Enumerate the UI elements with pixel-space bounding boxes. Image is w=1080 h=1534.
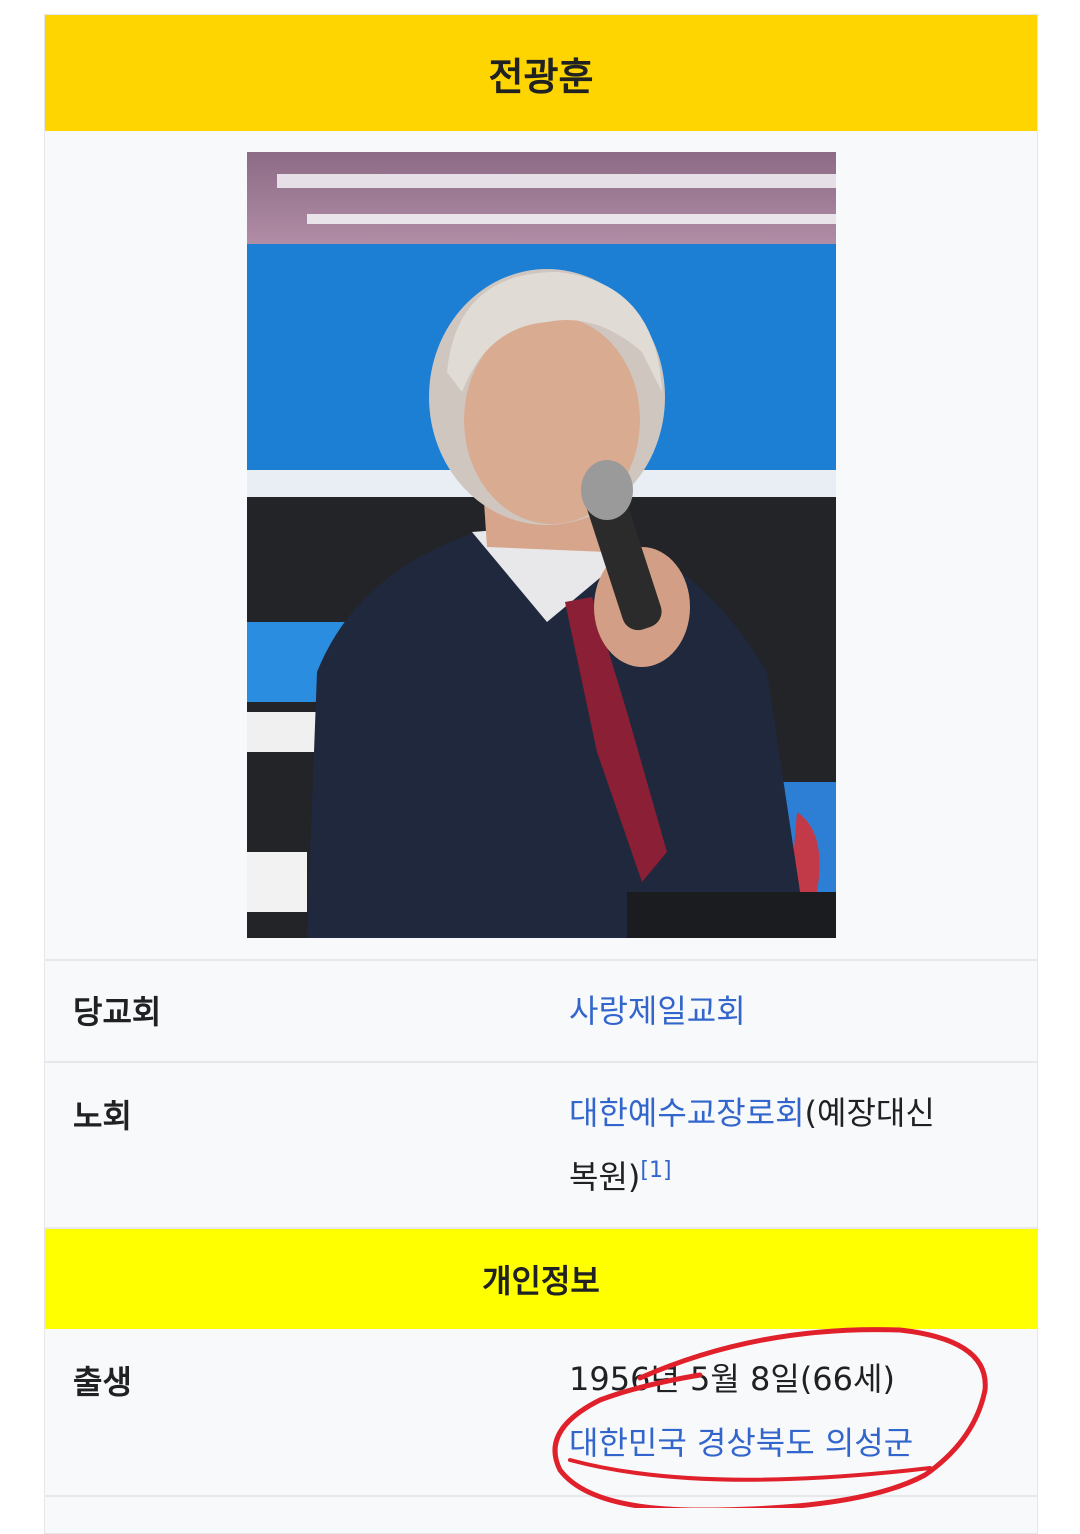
info-row-church: 당교회 사랑제일교회 [45, 961, 1037, 1063]
row-label: 당교회 [73, 993, 162, 1031]
row-label: 출생 [73, 1363, 132, 1401]
infobox: 전광훈 당교회 사랑제일교회 노회 대한예수교장로회(예장대신 복원)[1] 개… [44, 14, 1038, 1534]
photo-illustration [247, 152, 836, 938]
reference-link[interactable]: [1] [640, 1158, 671, 1183]
photo-section [45, 131, 1037, 961]
row-value: 사랑제일교회 [569, 979, 997, 1043]
birth-date: 1956년 5월 8일(66세) [569, 1360, 895, 1398]
denomination-text-a: (예장대신 [804, 1094, 935, 1132]
info-row-birth: 출생 1956년 5월 8일(66세) 대한민국 경상북도 의성군 [45, 1329, 1037, 1497]
denomination-link[interactable]: 대한예수교장로회 [569, 1094, 805, 1132]
info-row-presbytery: 노회 대한예수교장로회(예장대신 복원)[1] [45, 1063, 1037, 1229]
birthplace-link[interactable]: 대한민국 경상북도 의성군 [569, 1424, 913, 1462]
row-value: 대한예수교장로회(예장대신 복원)[1] [569, 1081, 997, 1209]
row-value: 1956년 5월 8일(66세) 대한민국 경상북도 의성군 [569, 1347, 997, 1475]
denomination-text-b: 복원) [569, 1158, 641, 1196]
church-link[interactable]: 사랑제일교회 [569, 992, 746, 1030]
infobox-title: 전광훈 [45, 15, 1037, 131]
section-header-personal-info: 개인정보 [45, 1229, 1037, 1329]
portrait-photo[interactable] [247, 152, 836, 938]
row-label: 노회 [73, 1097, 132, 1135]
